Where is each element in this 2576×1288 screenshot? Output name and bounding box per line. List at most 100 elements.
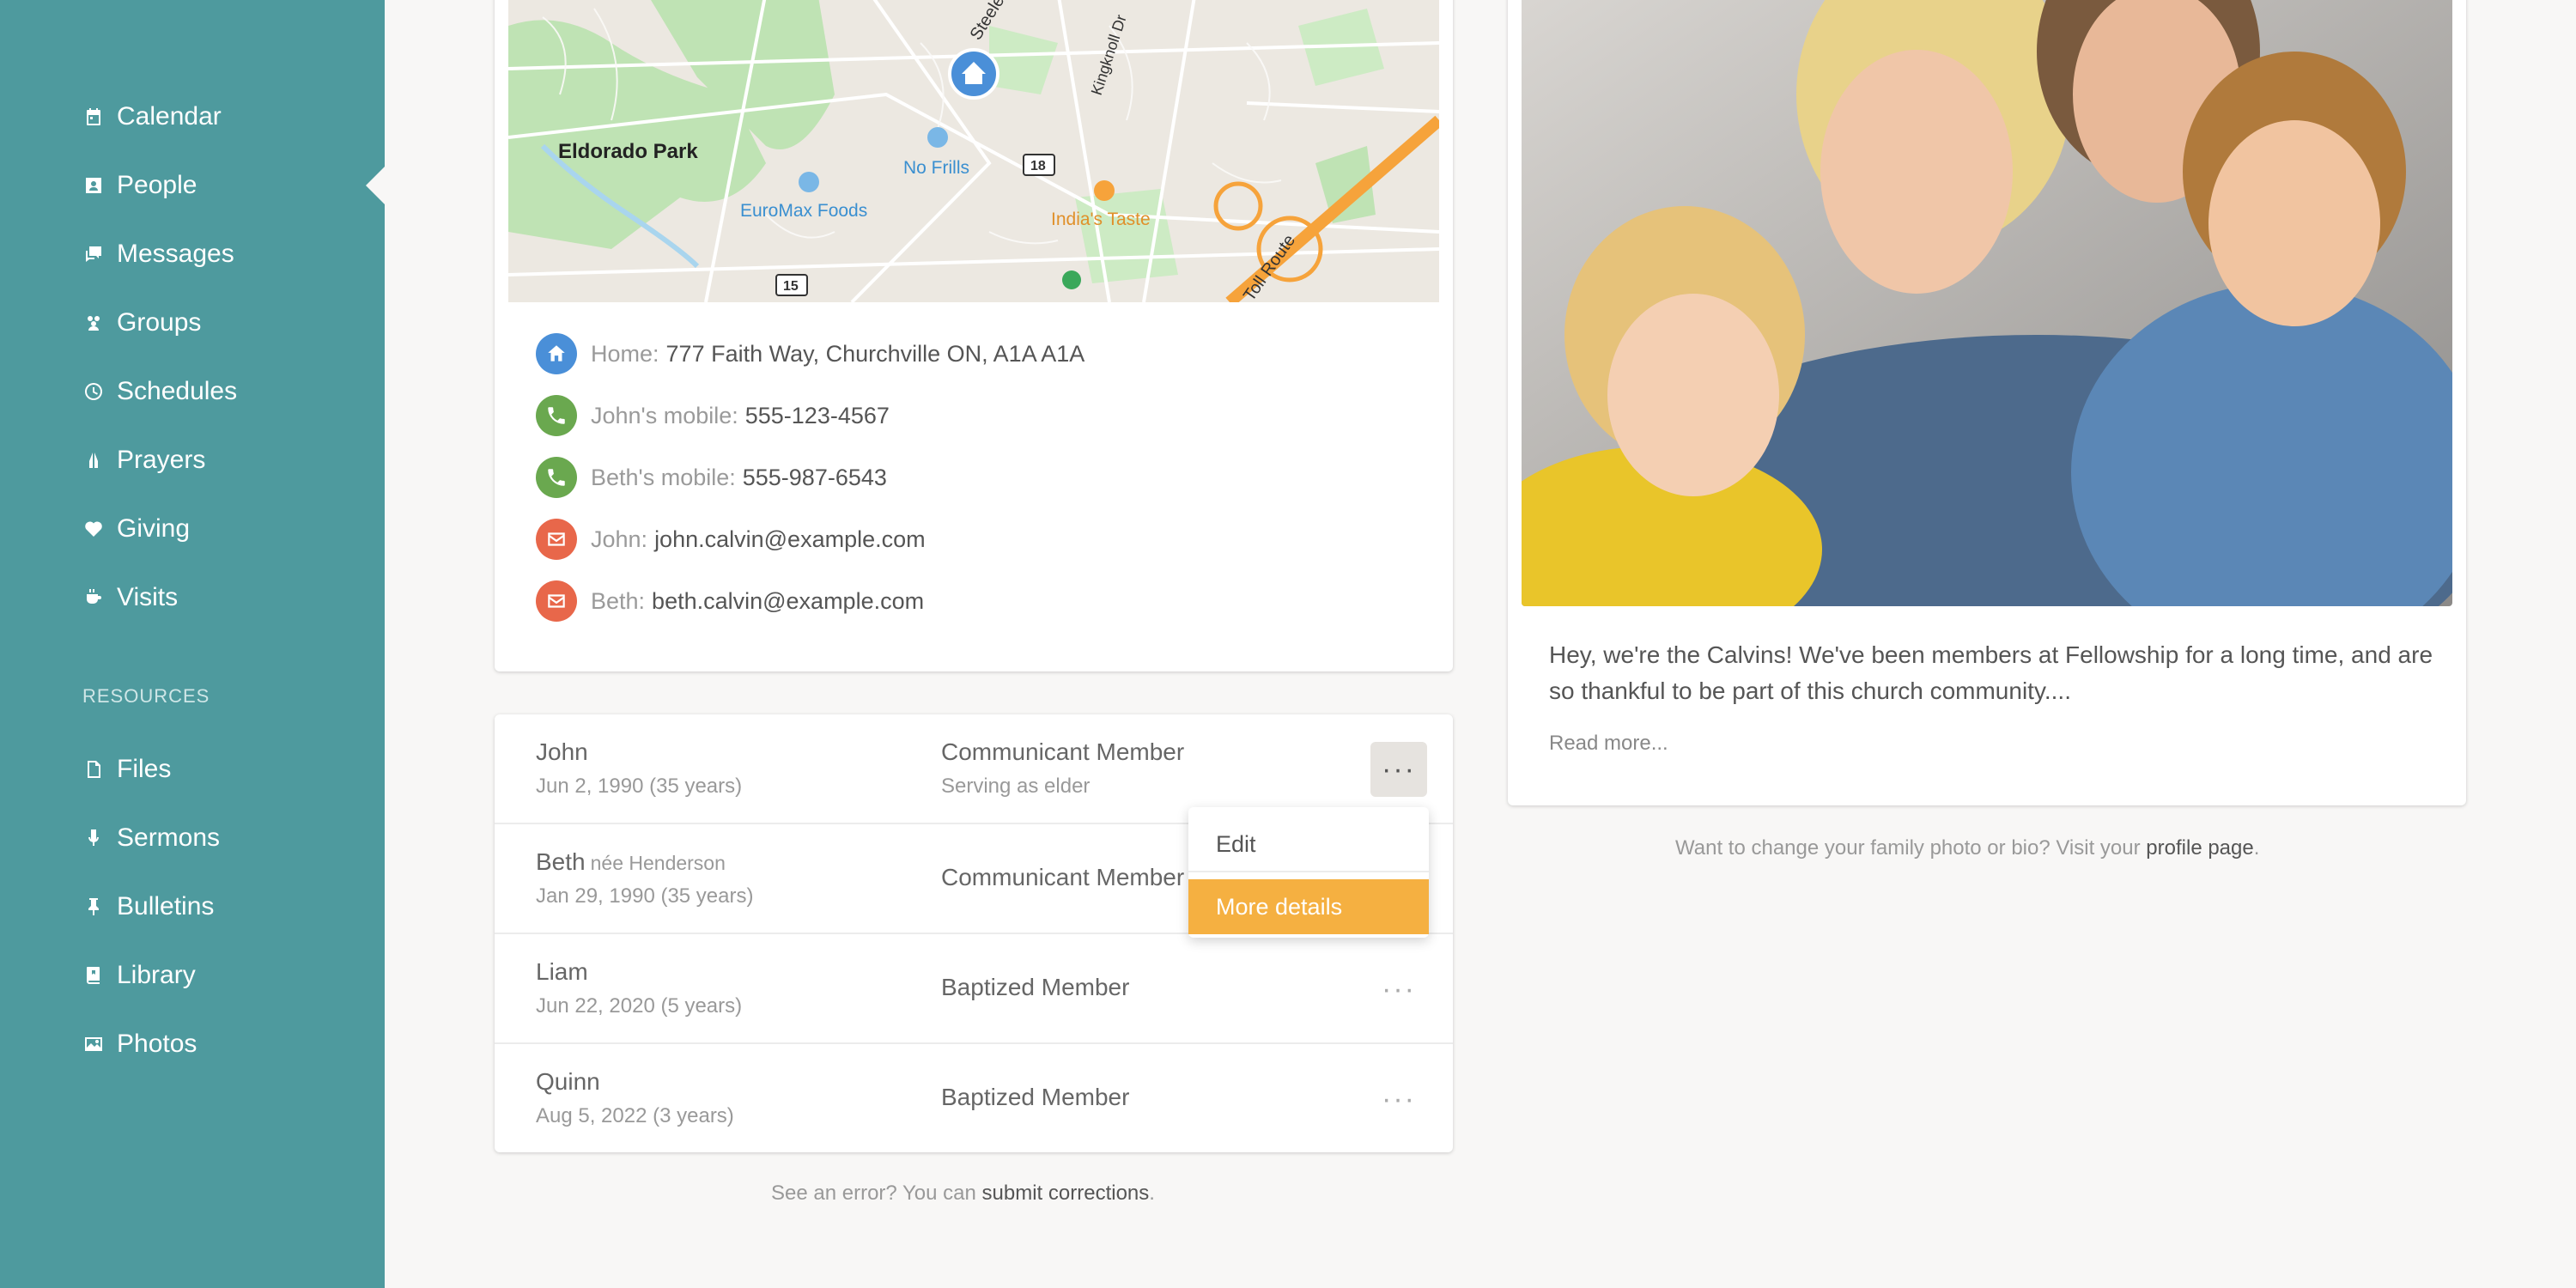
member-dob: Jun 2, 1990 (35 years) bbox=[536, 775, 743, 798]
sidebar-item-label: Schedules bbox=[117, 377, 238, 405]
family-card: Hey, we're the Calvins! We've been membe… bbox=[1508, 0, 2466, 805]
member-name: John bbox=[536, 738, 588, 765]
map-route-18: 18 bbox=[1030, 159, 1046, 173]
profile-note: Want to change your family photo or bio?… bbox=[1675, 836, 2260, 860]
resources-heading: RESOURCES bbox=[82, 685, 210, 707]
microphone-icon bbox=[82, 827, 105, 849]
member-role: Baptized Member bbox=[941, 1084, 1130, 1110]
sidebar-item-library[interactable]: Library bbox=[82, 951, 196, 999]
member-dob: Jun 22, 2020 (5 years) bbox=[536, 994, 743, 1018]
contact-label: Beth: bbox=[591, 587, 646, 614]
ellipsis-icon: ··· bbox=[1382, 752, 1416, 786]
image-icon bbox=[82, 1033, 105, 1055]
corrections-note: See an error? You can submit corrections… bbox=[771, 1182, 1155, 1205]
family-bio: Hey, we're the Calvins! We've been membe… bbox=[1549, 641, 2433, 704]
sidebar-item-giving[interactable]: Giving bbox=[82, 505, 190, 553]
clock-icon bbox=[82, 380, 105, 403]
sidebar-item-photos[interactable]: Photos bbox=[82, 1020, 197, 1068]
sidebar-item-label: Groups bbox=[117, 308, 202, 337]
phone-icon bbox=[536, 395, 577, 436]
home-icon bbox=[536, 333, 577, 374]
member-role-note: Serving as elder bbox=[941, 775, 1091, 798]
coffee-cup-icon bbox=[82, 586, 105, 609]
sidebar-item-label: Calendar bbox=[117, 102, 222, 131]
calendar-icon bbox=[82, 106, 105, 128]
sidebar-item-label: Bulletins bbox=[117, 892, 215, 920]
member-maiden-name: née Henderson bbox=[590, 852, 726, 874]
sidebar-item-label: People bbox=[117, 171, 197, 199]
sidebar-item-calendar[interactable]: Calendar bbox=[82, 93, 222, 141]
submit-corrections-link[interactable]: submit corrections bbox=[982, 1182, 1150, 1205]
family-photo bbox=[1522, 0, 2452, 606]
sidebar-item-sermons[interactable]: Sermons bbox=[82, 814, 220, 862]
contact-card: Eldorado Park No Frills EuroMax Foods In… bbox=[495, 0, 1453, 671]
contact-beth-mobile: Beth's mobile: 555-987-6543 bbox=[536, 455, 887, 500]
sidebar-item-label: Library bbox=[117, 961, 196, 989]
member-role: Communicant Member bbox=[941, 738, 1185, 765]
read-more-link[interactable]: Read more... bbox=[1549, 732, 1668, 756]
sidebar-item-label: Photos bbox=[117, 1030, 197, 1058]
sidebar-item-prayers[interactable]: Prayers bbox=[82, 436, 205, 484]
person-icon bbox=[82, 174, 105, 197]
contact-value[interactable]: 777 Faith Way, Churchville ON, A1A A1A bbox=[666, 341, 1085, 368]
member-dob: Jan 29, 1990 (35 years) bbox=[536, 884, 754, 908]
contact-john-mobile: John's mobile: 555-123-4567 bbox=[536, 393, 890, 438]
contact-label: Home: bbox=[591, 340, 659, 367]
sidebar-item-label: Messages bbox=[117, 240, 234, 268]
email-icon bbox=[536, 519, 577, 560]
book-icon bbox=[82, 964, 105, 987]
sidebar-item-label: Prayers bbox=[117, 446, 206, 474]
contact-value[interactable]: 555-987-6543 bbox=[743, 465, 887, 491]
contact-value[interactable]: 555-123-4567 bbox=[745, 403, 890, 429]
phone-icon bbox=[536, 457, 577, 498]
sidebar-item-people[interactable]: People bbox=[82, 161, 197, 210]
sidebar-item-label: Files bbox=[117, 755, 172, 783]
more-options-button[interactable]: ··· bbox=[1370, 1072, 1427, 1127]
contact-value[interactable]: john.calvin@example.com bbox=[654, 526, 926, 553]
contact-value[interactable]: beth.calvin@example.com bbox=[652, 588, 924, 615]
map-label-restaurant: India's Taste bbox=[1051, 210, 1151, 229]
messages-icon bbox=[82, 243, 105, 265]
active-indicator bbox=[366, 167, 385, 204]
member-name: Quinn bbox=[536, 1068, 600, 1095]
member-role: Communicant Member bbox=[941, 864, 1185, 890]
sidebar-item-files[interactable]: Files bbox=[82, 745, 171, 793]
contact-john-email: John: john.calvin@example.com bbox=[536, 517, 926, 562]
member-role: Baptized Member bbox=[941, 974, 1130, 1000]
map-label-store1: No Frills bbox=[903, 158, 969, 178]
ellipsis-icon: ··· bbox=[1382, 972, 1416, 1005]
map-label-store2: EuroMax Foods bbox=[740, 201, 867, 221]
sidebar-item-schedules[interactable]: Schedules bbox=[82, 368, 237, 416]
profile-page-link[interactable]: profile page bbox=[2146, 836, 2253, 860]
contact-label: John's mobile: bbox=[591, 402, 738, 428]
contact-label: Beth's mobile: bbox=[591, 464, 736, 490]
groups-icon bbox=[82, 312, 105, 334]
member-dob: Aug 5, 2022 (3 years) bbox=[536, 1104, 734, 1127]
more-options-button[interactable]: ··· bbox=[1370, 962, 1427, 1017]
sidebar-item-label: Giving bbox=[117, 514, 191, 543]
table-row: Liam Jun 22, 2020 (5 years) Baptized Mem… bbox=[495, 934, 1453, 1044]
map-label-park: Eldorado Park bbox=[558, 140, 698, 163]
table-row: Quinn Aug 5, 2022 (3 years) Baptized Mem… bbox=[495, 1044, 1453, 1154]
contact-beth-email: Beth: beth.calvin@example.com bbox=[536, 579, 924, 623]
sidebar-item-groups[interactable]: Groups bbox=[82, 299, 201, 347]
location-map[interactable]: Eldorado Park No Frills EuroMax Foods In… bbox=[508, 0, 1439, 302]
sidebar-item-messages[interactable]: Messages bbox=[82, 230, 234, 278]
sidebar-item-label: Sermons bbox=[117, 823, 221, 852]
sidebar-item-visits[interactable]: Visits bbox=[82, 574, 178, 622]
contact-home: Home: 777 Faith Way, Churchville ON, A1A… bbox=[536, 331, 1084, 376]
row-actions-menu: Edit More details bbox=[1188, 807, 1429, 938]
email-icon bbox=[536, 580, 577, 622]
praying-hands-icon bbox=[82, 449, 105, 471]
map-route-15: 15 bbox=[783, 279, 799, 294]
contact-label: John: bbox=[591, 526, 648, 552]
more-options-button[interactable]: ··· bbox=[1370, 742, 1427, 797]
sidebar-item-bulletins[interactable]: Bulletins bbox=[82, 883, 214, 931]
menu-item-edit[interactable]: Edit bbox=[1188, 817, 1429, 872]
member-name: Beth née Henderson bbox=[536, 848, 726, 875]
menu-item-more-details[interactable]: More details bbox=[1188, 879, 1429, 934]
heart-icon bbox=[82, 518, 105, 540]
ellipsis-icon: ··· bbox=[1382, 1082, 1416, 1115]
sidebar: Calendar People Messages Groups Schedule… bbox=[0, 0, 385, 1288]
member-name: Liam bbox=[536, 958, 588, 985]
